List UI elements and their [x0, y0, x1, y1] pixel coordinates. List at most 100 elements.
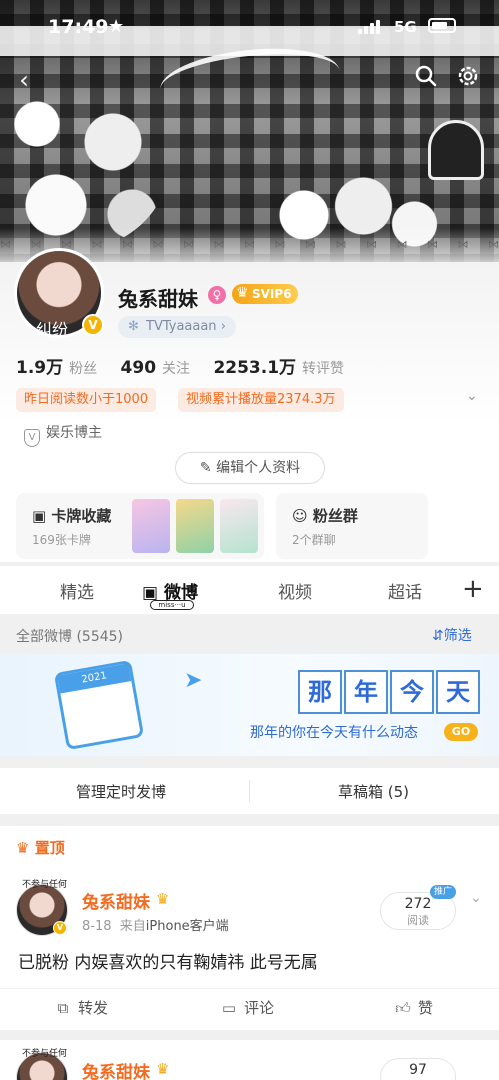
title-char: 那 [298, 670, 342, 714]
location-icon: ★ [108, 16, 125, 37]
on-this-day-title: 那年今天 [298, 670, 482, 714]
battery-icon [428, 18, 456, 33]
on-this-day-subtitle: 那年的你在今天有什么动态 [250, 725, 418, 741]
profile-username: 兔系甜妹 [118, 287, 198, 311]
calendar-year: 2021 [57, 663, 132, 694]
title-char: 年 [344, 670, 388, 714]
female-gender-icon: ♀ [208, 286, 226, 304]
read-count-box[interactable]: 97 [380, 1058, 456, 1080]
group-users-icon: ☺ [292, 507, 308, 525]
read-count: 97 [409, 1062, 427, 1078]
card-icon: ▣ [32, 507, 47, 525]
profile-handle-text: TVTyaaaan [146, 319, 217, 334]
filter-button[interactable]: ⇵筛选 [432, 625, 472, 645]
back-icon[interactable]: ‹ [8, 64, 40, 96]
vip-crown-icon: ♛ [156, 890, 170, 908]
title-char: 今 [390, 670, 434, 714]
promote-badge[interactable]: 推广 [430, 885, 456, 899]
followers-label: 粉丝 [69, 361, 98, 377]
filter-label: 筛选 [443, 628, 472, 644]
svip-badge[interactable]: SVIP6 [232, 283, 298, 304]
settings-icon[interactable] [452, 64, 484, 96]
followers-count[interactable]: 1.9万 [16, 358, 63, 378]
chevron-down-icon[interactable]: ⌄ [470, 890, 482, 906]
tab-video[interactable]: 视频 [278, 578, 312, 603]
manage-row: 管理定时发博 草稿箱 (5) [0, 768, 499, 814]
profile-stats: 1.9万 粉丝 490 关注 2253.1万 转评赞 [16, 353, 362, 378]
paper-plane-icon: ➤ [184, 668, 203, 693]
profile-tabs: 精选 ▣ 微博 视频 超话 + [0, 566, 499, 614]
comment-label: 评论 [244, 999, 275, 1017]
card-thumbnail [220, 499, 258, 553]
verification-shield-icon: V [24, 429, 40, 447]
drafts-button[interactable]: 草稿箱 (5) [338, 781, 409, 802]
status-time: 17:49 [48, 16, 109, 38]
weibo-list-header: 全部微博 (5545) ⇵筛选 [0, 614, 499, 654]
edit-profile-button[interactable]: ✎ 编辑个人资料 [175, 452, 325, 484]
add-tab-icon[interactable]: + [462, 574, 484, 604]
like-label: 赞 [418, 999, 434, 1017]
following-count[interactable]: 490 [121, 358, 157, 378]
search-icon[interactable] [410, 64, 442, 96]
verified-badge-icon: V [82, 314, 104, 336]
crown-icon: ♛ [16, 839, 30, 857]
engagement-label: 转评赞 [302, 361, 345, 377]
verification-info: V 娱乐博主 [24, 422, 102, 447]
post-text: 已脱粉 内娱喜欢的只有鞠婧祎 此号无属 [18, 953, 318, 973]
divider [249, 780, 250, 802]
pinned-text: 置顶 [34, 839, 65, 857]
tab-featured[interactable]: 精选 [60, 578, 94, 603]
card-collection-title-text: 卡牌收藏 [51, 507, 112, 525]
verified-badge-icon: V [53, 921, 67, 935]
fan-group-title-text: 粉丝群 [312, 507, 358, 525]
avatar-caption: 纠纷 [36, 320, 69, 339]
profile-tag-video-plays[interactable]: 视频累计播放量2374.3万 [178, 388, 344, 412]
pinned-label: ♛ 置顶 [16, 837, 65, 858]
card-thumbnail [132, 499, 170, 553]
calendar-icon: 2021 [53, 659, 145, 751]
edit-profile-label: 编辑个人资料 [216, 460, 301, 476]
status-bar: 17:49 ★ 5G [0, 0, 499, 60]
profile-tag-reads[interactable]: 昨日阅读数小于1000 [16, 388, 157, 412]
post-source[interactable]: iPhone客户端 [146, 919, 229, 934]
repost-label: 转发 [78, 999, 109, 1017]
cover-bell-decoration [428, 120, 484, 180]
cover-flowers-decoration [0, 70, 170, 250]
comment-icon: ▭ [221, 999, 237, 1017]
tab-active-badge: miss···u [150, 600, 194, 610]
card-thumbnail [176, 499, 214, 553]
tab-supertopic[interactable]: 超话 [388, 578, 422, 603]
card-collection-subtitle: 169张卡牌 [32, 533, 91, 547]
read-label: 阅读 [407, 914, 429, 927]
signal-icon [358, 20, 380, 34]
comment-button[interactable]: ▭ 评论 [220, 997, 274, 1018]
card-collection-card[interactable]: ▣ 卡牌收藏 169张卡牌 [16, 493, 264, 559]
go-button[interactable]: GO [444, 723, 478, 741]
card-collection-title: ▣ 卡牌收藏 [32, 505, 111, 526]
title-char: 天 [436, 670, 480, 714]
repost-button[interactable]: ⧉ 转发 [54, 997, 108, 1018]
fan-group-title: ☺ 粉丝群 [292, 505, 358, 526]
thumbs-up-icon: 👍︎ [395, 999, 411, 1017]
post-source-prefix: 来自 [119, 919, 146, 934]
vip-crown-icon: ♛ [156, 1060, 170, 1078]
post-date: 8-18 [82, 919, 112, 934]
weibo-count: 全部微博 (5545) [16, 629, 124, 645]
chevron-down-icon[interactable]: ⌄ [466, 388, 478, 404]
repost-icon: ⧉ [57, 999, 69, 1017]
following-label: 关注 [162, 361, 191, 377]
post-avatar-caption: 不参与任何 [22, 1049, 68, 1059]
post-avatar-caption: 不参与任何 [22, 880, 68, 890]
fan-group-card[interactable]: ☺ 粉丝群 2个群聊 [276, 493, 428, 559]
post-author[interactable]: 兔系甜妹 [82, 1058, 150, 1080]
profile-handle-link[interactable]: TVTyaaaan › [118, 316, 236, 338]
pencil-icon: ✎ [199, 460, 212, 476]
post-meta: 8-18 来自iPhone客户端 [82, 915, 229, 934]
network-type: 5G [394, 18, 417, 36]
engagement-count[interactable]: 2253.1万 [213, 358, 296, 378]
fan-group-subtitle: 2个群聊 [292, 533, 336, 547]
post-author[interactable]: 兔系甜妹 [82, 888, 150, 913]
scheduled-posts-button[interactable]: 管理定时发博 [76, 781, 166, 802]
like-button[interactable]: 👍︎ 赞 [394, 997, 433, 1018]
post-actions: ⧉ 转发 ▭ 评论 👍︎ 赞 [0, 988, 499, 1026]
